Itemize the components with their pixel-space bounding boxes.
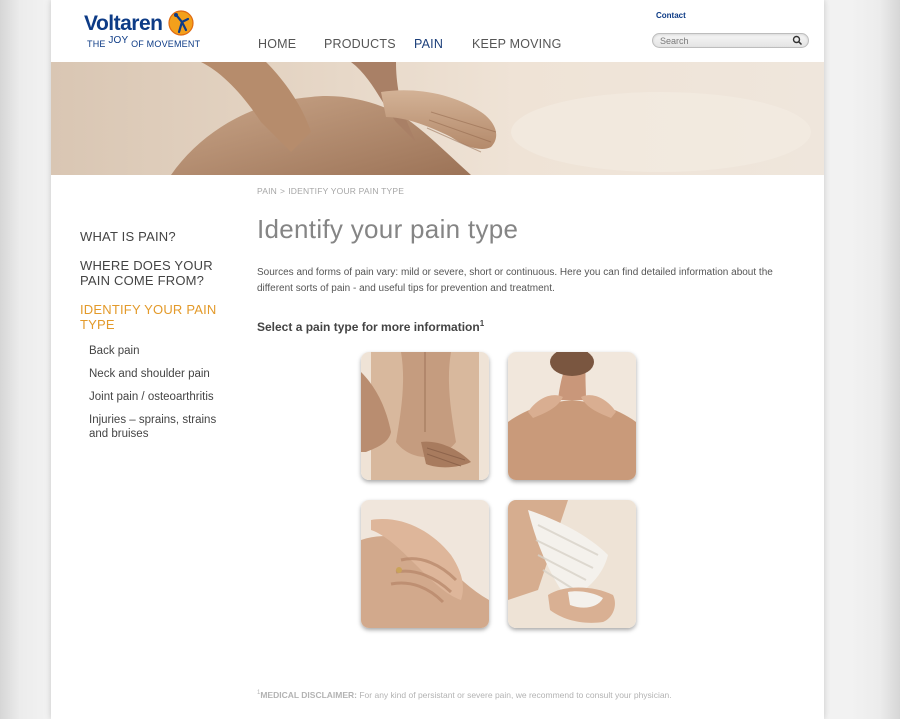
injury-bandage-photo-icon: [508, 500, 636, 628]
search-box: [652, 33, 809, 48]
sidebar-item-identify-pain-type[interactable]: IDENTIFY YOUR PAIN TYPE: [80, 302, 230, 332]
intro-text: Sources and forms of pain vary: mild or …: [257, 267, 773, 294]
breadcrumb: PAIN > IDENTIFY YOUR PAIN TYPE: [257, 186, 404, 196]
back-pain-photo-icon: [361, 352, 489, 480]
tile-neck-shoulder-pain[interactable]: [508, 352, 636, 480]
nav-pain[interactable]: PAIN: [414, 37, 443, 51]
hero-neck-pain-photo: [171, 62, 811, 175]
search-icon[interactable]: [792, 35, 803, 46]
page-container: Voltaren THE JOY OF MOVEMENT HOME PRODUC…: [51, 0, 824, 719]
tile-back-pain[interactable]: [361, 352, 489, 480]
neck-shoulder-pain-photo-icon: [508, 352, 636, 480]
logo-tagline: THE JOY OF MOVEMENT: [87, 35, 201, 49]
nav-home[interactable]: HOME: [258, 37, 296, 51]
tile-injuries[interactable]: [508, 500, 636, 628]
voltaren-logo[interactable]: Voltaren THE JOY OF MOVEMENT: [84, 10, 204, 52]
hero-banner-image: [51, 62, 824, 175]
sidebar-subitem-injuries[interactable]: Injuries – sprains, strains and bruises: [89, 413, 230, 441]
sidebar-nav: WHAT IS PAIN? WHERE DOES YOUR PAIN COME …: [80, 229, 230, 450]
page-title: Identify your pain type: [257, 214, 519, 244]
nav-keep-moving[interactable]: KEEP MOVING: [472, 37, 562, 51]
breadcrumb-pain[interactable]: PAIN: [257, 186, 277, 196]
breadcrumb-current: IDENTIFY YOUR PAIN TYPE: [288, 186, 405, 196]
select-pain-type-heading: Select a pain type for more information1: [257, 319, 485, 334]
joint-pain-hands-photo-icon: [361, 500, 489, 628]
logo-wordmark: Voltaren: [84, 12, 163, 35]
sidebar-subitem-neck-shoulder-pain[interactable]: Neck and shoulder pain: [89, 367, 230, 381]
sidebar-subitem-back-pain[interactable]: Back pain: [89, 344, 230, 358]
medical-disclaimer: 1MEDICAL DISCLAIMER: For any kind of per…: [257, 690, 672, 700]
sidebar-subitem-joint-pain[interactable]: Joint pain / osteoarthritis: [89, 390, 230, 404]
nav-products[interactable]: PRODUCTS: [324, 37, 396, 51]
search-input[interactable]: [660, 35, 785, 46]
logo-figure-icon: [168, 10, 194, 36]
sidebar-item-where-does-pain-come-from[interactable]: WHERE DOES YOUR PAIN COME FROM?: [80, 258, 230, 288]
footnote-marker: 1: [479, 319, 485, 328]
tile-joint-pain[interactable]: [361, 500, 489, 628]
sidebar-item-what-is-pain[interactable]: WHAT IS PAIN?: [80, 229, 230, 244]
contact-link[interactable]: Contact: [656, 11, 686, 20]
breadcrumb-separator: >: [280, 186, 286, 196]
